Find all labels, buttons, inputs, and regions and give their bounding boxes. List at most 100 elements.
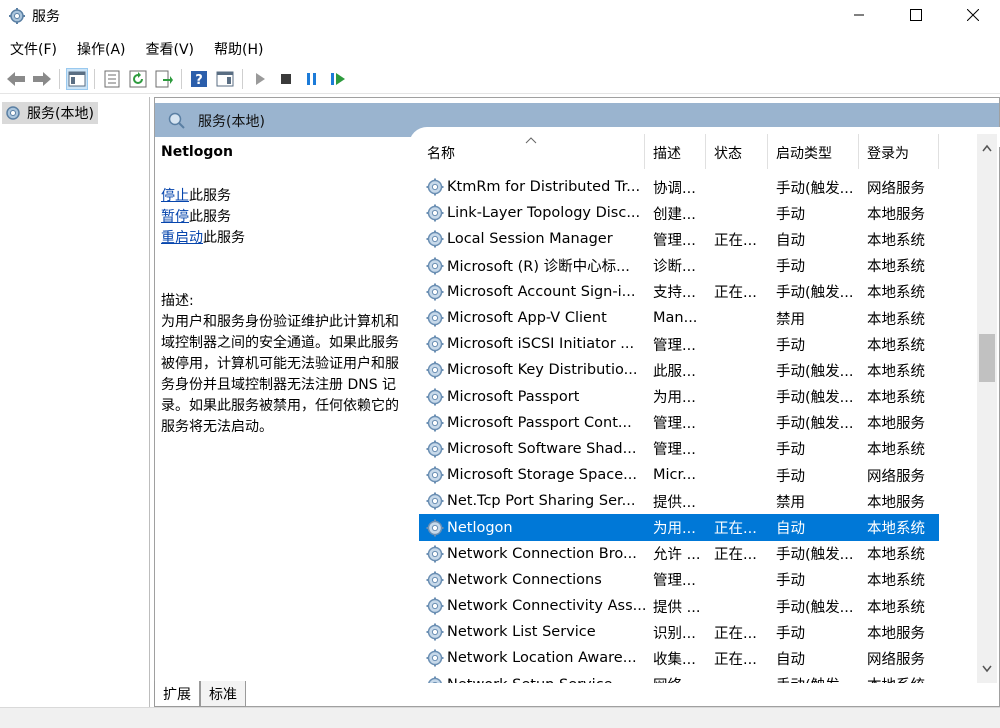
service-name-cell: Microsoft iSCSI Initiator ... [419,334,645,354]
menu-help[interactable]: 帮助(H) [204,36,273,60]
properties-button[interactable] [101,68,123,90]
column-header-startup-type[interactable]: 启动类型 [768,134,859,169]
service-name-label: Microsoft Software Shad... [447,440,637,457]
service-log-on-as-cell: 网络服务 [867,651,925,668]
service-description-cell: 提供 ... [653,599,701,616]
stop-service-link[interactable]: 停止 [161,188,189,204]
service-description-cell: 管理... [653,573,696,590]
service-log-on-as-cell: 本地系统 [867,573,925,590]
close-button[interactable] [950,0,996,30]
menu-action[interactable]: 操作(A) [67,36,136,60]
restart-service-link[interactable]: 重启动 [161,230,203,246]
service-gear-icon [427,676,443,683]
service-startup-type-cell: 禁用 [776,311,805,328]
table-row[interactable]: Network List Service 识别... 正在... 手动 本地服务 [419,619,939,645]
column-header-log-on-as[interactable]: 登录为 [859,134,939,169]
table-row[interactable]: Microsoft iSCSI Initiator ... 管理... 手动 本地系统 [419,331,939,357]
service-name-cell: Microsoft App-V Client [419,308,645,328]
forward-button[interactable] [31,68,53,90]
pause-service-link[interactable]: 暂停 [161,209,189,225]
console-tree-icon [68,71,86,86]
toolbar-separator [59,68,60,89]
table-row[interactable]: Network Connections 管理... 手动 本地系统 [419,567,939,593]
forward-arrow-icon [33,71,51,86]
column-header-label: 启动类型 [776,146,832,162]
back-button[interactable] [5,68,27,90]
table-row[interactable]: Network Connection Bro... 允许 ... 正在... 手动(触… [419,541,939,567]
column-header-description[interactable]: 描述 [645,134,706,169]
start-service-button[interactable] [249,68,271,90]
table-row[interactable]: Network Connectivity Ass... 提供 ... 手动(触发..… [419,593,939,619]
service-startup-type-cell: 手动(触发... [776,416,854,433]
toolbar-separator [181,68,182,89]
table-row[interactable]: Microsoft Key Distributio... 此服... 手动(触发..… [419,357,939,383]
show-hide-action-pane-button[interactable] [214,68,236,90]
svg-text:?: ? [195,73,203,88]
service-description-cell: 支持... [653,285,696,302]
table-row[interactable]: Microsoft Storage Space... Micr... 手动 网络服务 [419,462,939,488]
table-row[interactable]: Network Location Aware... 收集... 正在... 自动 网络服… [419,645,939,671]
service-name-cell: Microsoft Passport [419,387,645,407]
table-row[interactable]: Microsoft Account Sign-i... 支持... 正在... 手动(… [419,279,939,305]
service-name-cell: KtmRm for Distributed Tr... [419,177,645,197]
tree-item-services-local[interactable]: 服务(本地) [2,102,98,124]
maximize-button[interactable] [893,0,939,30]
service-gear-icon [426,230,444,248]
description-label: 描述: [161,293,194,309]
service-name-label: Net.Tcp Port Sharing Ser... [447,493,636,510]
service-name-cell: Network Location Aware... [419,648,645,668]
table-row[interactable]: Link-Layer Topology Disc... 创建... 手动 本地服务 [419,200,939,226]
service-gear-icon [426,623,444,641]
pause-service-action: 暂停此服务 [161,207,411,228]
restart-service-action: 重启动此服务 [161,228,411,249]
services-gear-icon [6,106,20,120]
service-description-pane: Netlogon 停止此服务 暂停此服务 重启动此服务 描述: 为用户和服务身份… [161,144,411,438]
table-row[interactable]: Microsoft Passport 为用... 手动(触发... 本地系统 [419,384,939,410]
show-hide-console-tree-button[interactable] [66,67,88,90]
service-name-cell: Microsoft Key Distributio... [419,360,645,380]
service-name-cell: Link-Layer Topology Disc... [419,203,645,223]
vertical-scrollbar[interactable] [977,134,997,683]
service-status-cell: 正在... [714,285,757,302]
help-button[interactable]: ? [188,68,210,90]
service-name-label: Microsoft Passport Cont... [447,414,632,431]
menu-view[interactable]: 查看(V) [136,36,205,60]
pause-service-button[interactable] [301,68,323,90]
refresh-button[interactable] [127,68,149,90]
table-row[interactable]: Local Session Manager 管理... 正在... 自动 本地系统 [419,226,939,252]
table-row[interactable]: Netlogon 为用... 正在... 自动 本地系统 [419,514,939,541]
service-description-cell: 创建... [653,206,696,223]
minimize-button[interactable] [836,0,882,30]
table-row[interactable]: Network Setup Service 网络... 手动(触发...本地系统 [419,672,939,683]
scroll-up-button[interactable] [977,138,997,158]
column-header-name[interactable]: 名称 [419,134,645,169]
tab-standard[interactable]: 标准 [200,681,246,707]
table-row[interactable]: Microsoft App-V Client Man... 禁用 本地系统 [419,305,939,331]
export-list-button[interactable] [153,68,175,90]
table-row[interactable]: Microsoft Software Shad... 管理... 手动 本地系统 [419,436,939,462]
window-title: 服务 [32,9,60,25]
action-suffix: 此服务 [189,188,231,204]
service-startup-type-cell: 手动 [776,625,805,642]
menu-file[interactable]: 文件(F) [0,36,67,60]
service-status-cell: 正在... [714,547,757,564]
action-pane-icon [216,71,234,86]
service-gear-icon [426,204,444,222]
console-tree: 服务(本地) [0,97,150,707]
service-status-cell: 正在... [714,521,757,538]
column-header-status[interactable]: 状态 [706,134,768,169]
tab-extended[interactable]: 扩展 [154,681,200,707]
scroll-down-button[interactable] [977,659,997,679]
service-description-cell: 为用... [653,390,696,407]
restart-service-button[interactable] [327,68,349,90]
action-suffix: 此服务 [203,230,245,246]
service-startup-type-cell: 手动(触发... [768,674,859,683]
table-row[interactable]: Net.Tcp Port Sharing Ser... 提供... 禁用 本地服务 [419,488,939,514]
scrollbar-thumb[interactable] [979,334,995,382]
stop-service-button[interactable] [275,68,297,90]
table-row[interactable]: Microsoft Passport Cont... 管理... 手动(触发... 本… [419,410,939,436]
table-row[interactable]: Microsoft (R) 诊断中心标... 诊断... 手动 本地系统 [419,253,939,279]
table-row[interactable]: KtmRm for Distributed Tr... 协调... 手动(触发...… [419,174,939,200]
service-name-cell: Local Session Manager [419,229,645,249]
menu-bar: 文件(F) 操作(A) 查看(V) 帮助(H) [0,36,273,60]
